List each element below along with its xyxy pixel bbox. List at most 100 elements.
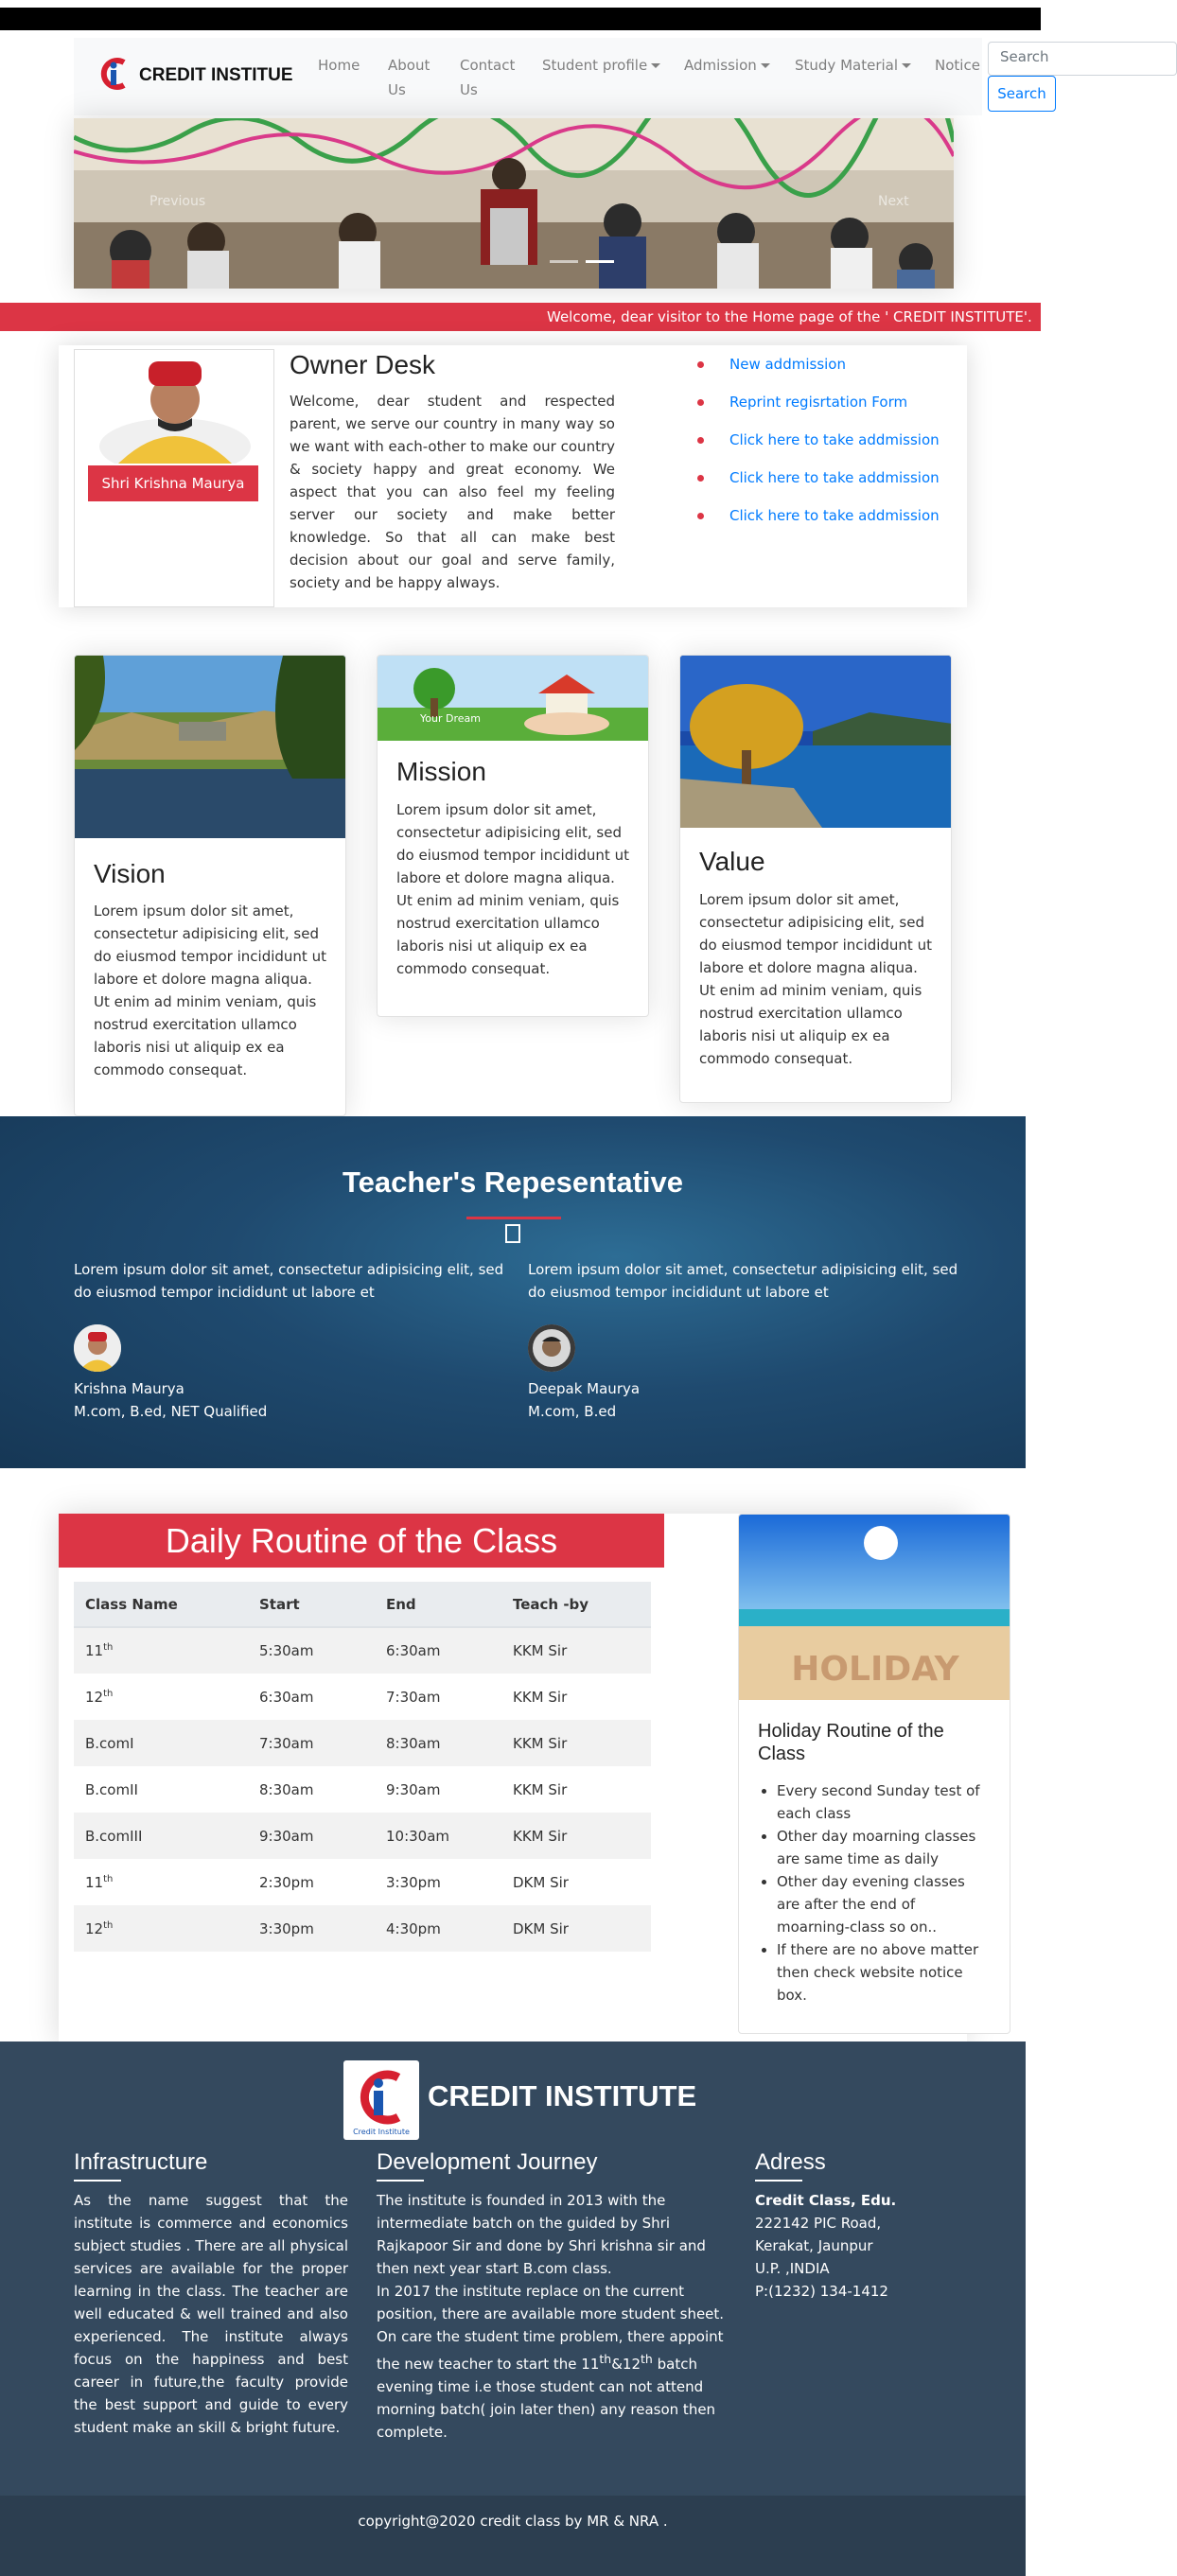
search-input[interactable]: Search	[988, 42, 1177, 76]
carousel-prev[interactable]: Previous	[149, 194, 205, 209]
cell-start: 8:30am	[259, 1780, 314, 1798]
top-black-bar	[0, 8, 1041, 30]
welcome-marquee: Welcome, dear visitor to the Home page o…	[0, 303, 1041, 331]
caret-down-icon	[651, 63, 661, 68]
class-value: B.comII	[85, 1780, 138, 1798]
brand-name: CREDIT INSTITUE	[139, 65, 293, 85]
teacher-name: Krishna Maurya	[74, 1380, 184, 1397]
cell-teach-by: DKM Sir	[501, 1905, 651, 1952]
cell-class: B.comIII	[74, 1813, 248, 1859]
dream-caption: Your Dream	[419, 712, 481, 725]
carousel-indicator[interactable]	[550, 260, 578, 263]
address-line: 222142 PIC Road,	[755, 2215, 882, 2232]
cell-start: 3:30pm	[248, 1905, 375, 1952]
teachers-title: Teacher's Repesentative	[342, 1165, 684, 1199]
teacher-qualification: M.com, B.ed	[528, 1403, 617, 1420]
address-line: U.P. ,INDIA	[755, 2260, 830, 2277]
cell-teach-by: KKM Sir	[501, 1813, 651, 1859]
title-underline	[755, 2180, 802, 2182]
class-sup: th	[103, 1688, 114, 1699]
table-row: 12th 3:30pm 4:30pm DKM Sir	[74, 1905, 651, 1952]
routine-table: Class Name Start End Teach -by 11th 5:30…	[74, 1582, 651, 1952]
carousel-indicator-active[interactable]	[586, 260, 614, 263]
nav-student-profile[interactable]: Student profile	[542, 53, 661, 78]
nav-contact-us[interactable]: Contact Us	[460, 53, 515, 102]
footer-logo: Credit Institute	[343, 2060, 419, 2140]
avatar	[528, 1324, 575, 1372]
link-take-admission[interactable]: Click here to take addmission	[697, 466, 940, 504]
mission-title: Mission	[396, 757, 486, 786]
carousel-next[interactable]: Next	[878, 194, 909, 209]
lake-tree-image	[680, 656, 951, 828]
nav-home[interactable]: Home	[318, 53, 360, 78]
logo-icon	[97, 57, 132, 95]
table-row: B.comII 8:30am 9:30am KKM Sir	[74, 1766, 651, 1813]
link-new-admission[interactable]: New addmission	[697, 353, 940, 391]
teachers-section: Teacher's Repesentative Lorem ipsum dolo…	[0, 1116, 1026, 1468]
brand[interactable]: CREDIT INSTITUE	[97, 57, 293, 95]
owner-desk-title: Owner Desk	[290, 350, 436, 379]
cell-class: B.comII	[74, 1766, 248, 1813]
nav-about-label-2: Us	[388, 81, 406, 98]
cell-end: 10:30am	[375, 1813, 501, 1859]
cell-end: 9:30am	[386, 1780, 441, 1798]
journey-paragraph: The institute is founded in 2013 with th…	[377, 2192, 706, 2277]
address-line: Kerakat, Jaunpur	[755, 2237, 873, 2254]
nav-about-label-1: About	[388, 57, 430, 74]
nav-admission[interactable]: Admission	[684, 53, 770, 78]
col-class-name: Class Name	[74, 1582, 248, 1628]
class-sup: th	[103, 1642, 114, 1653]
address-title: Adress	[755, 2149, 826, 2175]
class-value: 11	[85, 1873, 104, 1891]
mission-card: Your Dream Mission Lorem ipsum dolor sit…	[377, 655, 649, 1017]
nav-about-us[interactable]: About Us	[388, 53, 430, 102]
link-reprint-form[interactable]: Reprint regisrtation Form	[697, 391, 940, 429]
owner-photo	[99, 352, 251, 475]
cell-class: 11th	[74, 1859, 248, 1905]
nav-study-material-label: Study Material	[795, 57, 899, 74]
holiday-beach-image: HOLIDAY	[739, 1515, 1010, 1700]
teacher-info: Deepak Maurya M.com, B.ed	[528, 1377, 640, 1423]
list-item: Other day evening classes are after the …	[777, 1870, 985, 1938]
owner-desk-text: Welcome, dear student and respected pare…	[290, 393, 615, 591]
class-sup: th	[103, 1919, 114, 1931]
copyright-bar: copyright@2020 credit class by MR & NRA …	[0, 2496, 1026, 2576]
owner-links-list: New addmission Reprint regisrtation Form…	[697, 353, 940, 542]
avatar	[74, 1324, 121, 1372]
value-title: Value	[699, 847, 765, 876]
teacher-qualification: M.com, B.ed, NET Qualified	[74, 1403, 268, 1420]
holiday-image-text: HOLIDAY	[791, 1650, 959, 1689]
holiday-title: Holiday Routine of the Class	[758, 1721, 944, 1764]
cell-class: 12th	[74, 1905, 248, 1952]
cell-end: 3:30pm	[386, 1873, 441, 1891]
link-take-admission[interactable]: Click here to take addmission	[697, 504, 940, 542]
cell-class: B.comI	[74, 1720, 248, 1766]
owner-desk-section: Shri Krishna Maurya Owner Desk Welcome, …	[59, 345, 967, 607]
vision-card: Vision Lorem ipsum dolor sit amet, conse…	[74, 655, 346, 1116]
vision-text: Lorem ipsum dolor sit amet, consectetur …	[94, 902, 326, 1078]
cell-teach-by: KKM Sir	[501, 1627, 651, 1674]
nav-notice[interactable]: Notice	[935, 53, 980, 78]
link-take-admission[interactable]: Click here to take addmission	[697, 429, 940, 466]
infrastructure-title: Infrastructure	[74, 2149, 208, 2175]
caret-down-icon	[902, 63, 912, 68]
title-underline	[466, 1217, 561, 1219]
cell-start: 7:30am	[248, 1720, 375, 1766]
cell-class: 12th	[74, 1674, 248, 1720]
table-row: 11th 2:30pm 3:30pm DKM Sir	[74, 1859, 651, 1905]
caret-down-icon	[760, 63, 770, 68]
cell-start: 5:30am	[248, 1627, 375, 1674]
cell-teach-by: KKM Sir	[513, 1688, 568, 1706]
logo-caption: Credit Institute	[353, 2128, 410, 2136]
search-button[interactable]: Search	[988, 76, 1056, 112]
title-underline	[377, 2180, 424, 2182]
cell-teach-by: KKM Sir	[501, 1720, 651, 1766]
table-row: 11th 5:30am 6:30am KKM Sir	[74, 1627, 651, 1674]
infrastructure-text: As the name suggest that the institute i…	[74, 2192, 348, 2436]
journey-sup: th	[599, 2352, 612, 2366]
class-value: 11	[85, 1642, 104, 1659]
nav-study-material[interactable]: Study Material	[795, 53, 912, 78]
table-row: B.comIII 9:30am 10:30am KKM Sir	[74, 1813, 651, 1859]
cell-end: 8:30am	[375, 1720, 501, 1766]
holiday-list: Every second Sunday test of each class O…	[777, 1779, 985, 2006]
